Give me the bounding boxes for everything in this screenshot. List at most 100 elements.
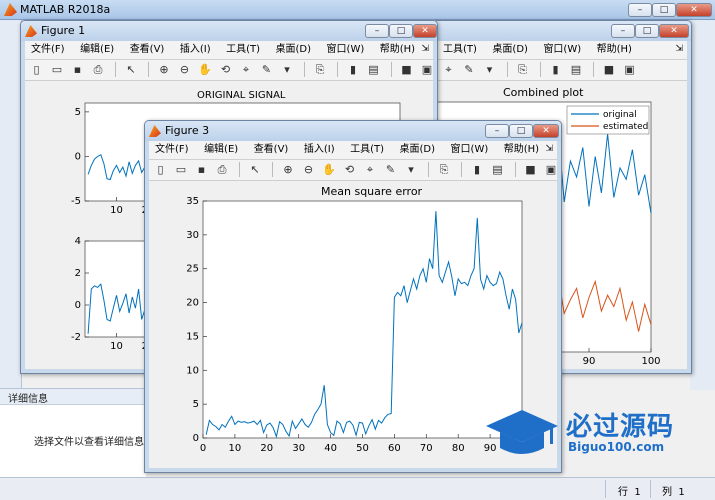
data-cursor-icon[interactable]: ⌖: [363, 162, 378, 177]
matlab-minimize-button[interactable]: –: [628, 3, 652, 17]
legend-icon[interactable]: ▤: [490, 162, 505, 177]
figure-2-minimize-button[interactable]: –: [611, 24, 635, 38]
menubar-overflow-icon[interactable]: ⇲: [421, 44, 429, 54]
x-tick-label: 10: [229, 443, 242, 454]
matlab-window-title: MATLAB R2018a: [20, 3, 111, 16]
menu-tools[interactable]: 工具(T): [220, 41, 266, 59]
brush-icon[interactable]: ✎: [462, 62, 477, 77]
menubar-overflow-icon[interactable]: ⇲: [675, 44, 683, 54]
y-tick-label: 5: [193, 399, 199, 410]
chart-title: Combined plot: [503, 86, 584, 99]
watermark-url: Biguo100.com: [568, 440, 665, 454]
brush-dropdown-icon[interactable]: ▾: [482, 62, 497, 77]
menu-help[interactable]: 帮助(H): [374, 41, 421, 59]
rotate-icon[interactable]: ⟲: [342, 162, 357, 177]
matlab-maximize-button[interactable]: □: [652, 3, 676, 17]
data-cursor-icon[interactable]: ⌖: [239, 62, 254, 77]
x-tick-label: 0: [200, 443, 206, 454]
figure-3-minimize-button[interactable]: –: [485, 124, 509, 138]
figure-3-close-button[interactable]: ✕: [533, 124, 559, 138]
open-folder-icon[interactable]: ▭: [50, 62, 65, 77]
pointer-icon[interactable]: ↖: [248, 162, 263, 177]
brush-icon[interactable]: ✎: [383, 162, 398, 177]
zoom-out-icon[interactable]: ⊖: [177, 62, 192, 77]
dock-icon[interactable]: ▣: [622, 62, 637, 77]
legend-icon[interactable]: ▤: [569, 62, 584, 77]
hide-tools-icon[interactable]: ■: [399, 62, 414, 77]
pan-hand-icon[interactable]: ✋: [322, 162, 337, 177]
data-cursor-icon[interactable]: ⌖: [441, 62, 456, 77]
y-tick-label: 4: [75, 236, 81, 247]
link-icon[interactable]: ⎘: [515, 62, 530, 77]
y-tick-label: 0: [75, 300, 81, 311]
menu-tools[interactable]: 工具(T): [437, 41, 483, 59]
y-tick-label: 0: [193, 433, 199, 444]
new-file-icon[interactable]: ▯: [29, 62, 44, 77]
link-icon[interactable]: ⎘: [313, 62, 328, 77]
rotate-icon[interactable]: ⟲: [218, 62, 233, 77]
new-file-icon[interactable]: ▯: [153, 162, 168, 177]
menu-insert[interactable]: 插入(I): [298, 141, 341, 159]
brush-icon[interactable]: ✎: [259, 62, 274, 77]
zoom-in-icon[interactable]: ⊕: [281, 162, 296, 177]
pan-hand-icon[interactable]: ✋: [198, 62, 213, 77]
menu-insert[interactable]: 插入(I): [174, 41, 217, 59]
figure-2-close-button[interactable]: ✕: [659, 24, 689, 38]
hide-tools-icon[interactable]: ■: [602, 62, 617, 77]
dock-icon[interactable]: ▣: [420, 62, 435, 77]
y-tick-label: 25: [186, 264, 199, 275]
menu-view[interactable]: 查看(V): [124, 41, 171, 59]
menu-view[interactable]: 查看(V): [248, 141, 295, 159]
menu-file[interactable]: 文件(F): [149, 141, 195, 159]
hide-tools-icon[interactable]: ■: [523, 162, 538, 177]
brush-dropdown-icon[interactable]: ▾: [280, 62, 295, 77]
colorbar-icon[interactable]: ▮: [346, 62, 361, 77]
legend-label-original: original: [603, 110, 637, 120]
link-icon[interactable]: ⎘: [437, 162, 452, 177]
menu-file[interactable]: 文件(F): [25, 41, 71, 59]
menu-desktop[interactable]: 桌面(D): [486, 41, 534, 59]
figure-3-maximize-button[interactable]: □: [509, 124, 533, 138]
x-tick-label: 100: [641, 356, 660, 367]
legend-label-estimated: estimated: [603, 122, 648, 132]
figure-1-minimize-button[interactable]: –: [365, 24, 389, 38]
colorbar-icon[interactable]: ▮: [548, 62, 563, 77]
dock-icon[interactable]: ▣: [544, 162, 559, 177]
menu-window[interactable]: 窗口(W): [321, 41, 371, 59]
colorbar-icon[interactable]: ▮: [470, 162, 485, 177]
figure-1-maximize-button[interactable]: □: [389, 24, 413, 38]
open-folder-icon[interactable]: ▭: [174, 162, 189, 177]
save-icon[interactable]: ▪: [194, 162, 209, 177]
menu-desktop[interactable]: 桌面(D): [270, 41, 318, 59]
print-icon[interactable]: ⎙: [91, 62, 106, 77]
zoom-in-icon[interactable]: ⊕: [157, 62, 172, 77]
menubar-overflow-icon[interactable]: ⇲: [545, 144, 553, 154]
menu-help[interactable]: 帮助(H): [591, 41, 638, 59]
menu-window[interactable]: 窗口(W): [537, 41, 587, 59]
figure-3-toolbar: ▯ ▭ ▪ ⎙ ↖ ⊕ ⊖ ✋ ⟲ ⌖ ✎ ▾ ⎘ ▮ ▤ ■ ▣: [149, 160, 557, 181]
figure-2-maximize-button[interactable]: □: [635, 24, 659, 38]
status-row-label: 行 1: [618, 487, 641, 498]
figure-3-menubar: 文件(F) 编辑(E) 查看(V) 插入(I) 工具(T) 桌面(D) 窗口(W…: [149, 141, 557, 160]
matlab-close-button[interactable]: ✕: [676, 3, 712, 17]
graduation-cap-icon: [486, 410, 558, 454]
menu-edit[interactable]: 编辑(E): [74, 41, 120, 59]
x-tick-label: 60: [388, 443, 401, 454]
zoom-out-icon[interactable]: ⊖: [301, 162, 316, 177]
save-icon[interactable]: ▪: [70, 62, 85, 77]
menu-window[interactable]: 窗口(W): [445, 141, 495, 159]
figure-1-close-button[interactable]: ✕: [413, 24, 437, 38]
brush-dropdown-icon[interactable]: ▾: [404, 162, 419, 177]
watermark: 必过源码 Biguo100.com: [482, 404, 682, 464]
pointer-icon[interactable]: ↖: [124, 62, 139, 77]
y-tick-label: 30: [186, 230, 199, 241]
figure-3-title: Figure 3: [165, 124, 210, 137]
print-icon[interactable]: ⎙: [215, 162, 230, 177]
menu-edit[interactable]: 编辑(E): [198, 141, 244, 159]
menu-desktop[interactable]: 桌面(D): [394, 141, 442, 159]
y-tick-label: 20: [186, 298, 199, 309]
figure-1-titlebar: Figure 1 – □ ✕: [21, 21, 437, 41]
menu-tools[interactable]: 工具(T): [344, 141, 390, 159]
legend-icon[interactable]: ▤: [366, 62, 381, 77]
menu-help[interactable]: 帮助(H): [498, 141, 545, 159]
